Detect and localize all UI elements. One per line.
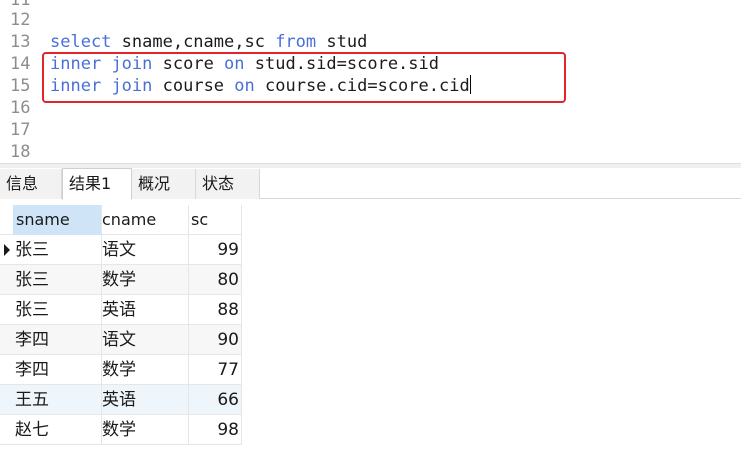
cell-sname[interactable]: 李四 <box>15 325 101 355</box>
sql-text: stud <box>316 32 368 52</box>
table-row[interactable]: 张三 英语 88 <box>0 295 242 325</box>
line-number: 13 <box>10 32 31 52</box>
table-row[interactable]: 赵七 数学 98 <box>0 415 242 445</box>
code-line[interactable]: 13 select sname,cname,sc from stud <box>0 31 741 53</box>
cell-cname[interactable]: 英语 <box>102 385 188 415</box>
table-row[interactable]: 李四 数学 77 <box>0 355 242 385</box>
cell-sname[interactable]: 张三 <box>15 295 101 325</box>
sql-keyword: select <box>50 32 112 52</box>
cell-sc[interactable]: 66 <box>188 385 239 415</box>
table-row[interactable]: 李四 语文 90 <box>0 325 242 355</box>
selection-highlight-box <box>42 52 566 103</box>
cell-cname[interactable]: 语文 <box>102 325 188 355</box>
tab-info[interactable]: 信息 <box>0 169 62 199</box>
sql-text: sname,cname,sc <box>111 32 276 52</box>
column-separator <box>101 205 102 445</box>
cell-cname[interactable]: 数学 <box>102 265 188 295</box>
tab-status[interactable]: 状态 <box>196 169 260 199</box>
cell-sc[interactable]: 90 <box>188 325 239 355</box>
cell-sc[interactable]: 99 <box>188 235 239 265</box>
code-line[interactable]: 17 <box>0 119 741 141</box>
column-header-cname[interactable]: cname <box>102 205 188 235</box>
column-separator <box>188 205 189 445</box>
cell-sc[interactable]: 98 <box>188 415 239 445</box>
line-number: 17 <box>10 120 31 140</box>
cell-sname[interactable]: 赵七 <box>15 415 101 445</box>
sql-editor[interactable]: 11 12 13 select sname,cname,sc from stud 14 i… <box>0 0 741 164</box>
cell-cname[interactable]: 数学 <box>102 415 188 445</box>
sql-keyword: from <box>275 32 317 52</box>
current-row-marker-icon <box>4 244 10 256</box>
line-number: 16 <box>10 98 31 118</box>
table-row[interactable]: 王五 英语 66 <box>0 385 242 415</box>
line-number: 12 <box>10 10 31 30</box>
code-line[interactable]: 12 <box>0 9 741 31</box>
line-number: 14 <box>10 54 31 74</box>
code-line[interactable]: 18 <box>0 141 741 163</box>
cell-cname[interactable]: 数学 <box>102 355 188 385</box>
cell-cname[interactable]: 语文 <box>102 235 188 265</box>
grid-header-row: sname cname sc <box>0 205 242 235</box>
cell-sc[interactable]: 80 <box>188 265 239 295</box>
cell-cname[interactable]: 英语 <box>102 295 188 325</box>
cell-sc[interactable]: 77 <box>188 355 239 385</box>
cell-sname[interactable]: 李四 <box>15 355 101 385</box>
line-number: 18 <box>10 142 31 162</box>
tab-overview[interactable]: 概况 <box>132 169 196 199</box>
cell-sc[interactable]: 88 <box>188 295 239 325</box>
result-tabbar: 信息 结果1 概况 状态 <box>0 168 741 200</box>
tab-result-1[interactable]: 结果1 <box>62 168 132 200</box>
cell-sname[interactable]: 王五 <box>15 385 101 415</box>
cell-sname[interactable]: 张三 <box>15 235 101 265</box>
cell-sname[interactable]: 张三 <box>15 265 101 295</box>
line-number: 15 <box>10 76 31 96</box>
column-separator <box>241 205 242 445</box>
column-header-sc[interactable]: sc <box>191 205 242 235</box>
table-row[interactable]: 张三 语文 99 <box>0 235 242 265</box>
column-header-sname[interactable]: sname <box>16 205 102 235</box>
code-text[interactable]: select sname,cname,sc from stud <box>50 31 367 53</box>
table-row[interactable]: 张三 数学 80 <box>0 265 242 295</box>
